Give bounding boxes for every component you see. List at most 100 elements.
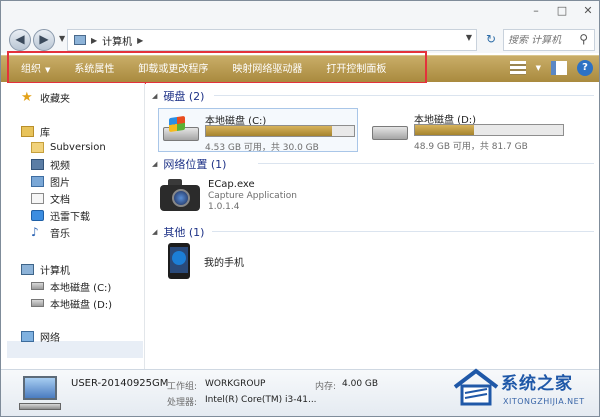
video-icon bbox=[31, 158, 44, 170]
minimize-button[interactable]: – bbox=[529, 4, 543, 17]
sidebar-item-label: 本地磁盘 (D:) bbox=[50, 299, 113, 311]
hard-drive-icon bbox=[31, 299, 44, 307]
picture-icon bbox=[31, 175, 44, 187]
document-icon bbox=[31, 192, 44, 204]
item-title: 我的手机 bbox=[204, 257, 244, 269]
house-logo-icon bbox=[453, 368, 499, 406]
group-header-label: 其他 (1) bbox=[163, 226, 205, 239]
sidebar-item-label: 库 bbox=[40, 127, 50, 139]
recent-pages-chevron-icon[interactable]: ▼ bbox=[59, 34, 65, 43]
camera-icon bbox=[160, 179, 200, 213]
chevron-down-icon[interactable]: ▼ bbox=[536, 64, 541, 72]
library-folder-icon bbox=[21, 125, 34, 137]
memory-value: 4.00 GB bbox=[342, 379, 379, 389]
watermark-text: 系统之家 bbox=[501, 374, 573, 394]
watermark: 系统之家 XITONGZHIJIA.NET bbox=[453, 363, 599, 416]
address-bar[interactable]: ▶ 计算机 ▶ ▼ bbox=[67, 29, 477, 51]
sidebar-item-drive-d[interactable]: 本地磁盘 (D:) bbox=[31, 295, 112, 311]
sidebar-item-drive-c[interactable]: 本地磁盘 (C:) bbox=[31, 278, 111, 294]
toolbar-highlight-box bbox=[7, 51, 427, 84]
search-box[interactable]: ⚲ bbox=[503, 29, 595, 51]
sidebar-item-label: 收藏夹 bbox=[40, 93, 70, 105]
network-icon bbox=[21, 330, 34, 342]
breadcrumb-separator-icon[interactable]: ▶ bbox=[91, 36, 97, 45]
sidebar-item-label: Subversion bbox=[50, 141, 106, 153]
maximize-button[interactable]: □ bbox=[555, 4, 569, 17]
title-bar: – □ ✕ ◀ ▶ ▼ ▶ 计算机 ▶ ▼ ↻ ⚲ bbox=[1, 1, 599, 53]
thunder-download-icon bbox=[31, 209, 44, 221]
close-button[interactable]: ✕ bbox=[581, 4, 595, 17]
sidebar-item-library[interactable]: 库 bbox=[21, 123, 50, 139]
sidebar-item-videos[interactable]: 视频 bbox=[31, 156, 70, 172]
item-description: Capture Application bbox=[208, 191, 297, 201]
sidebar-item-label: 计算机 bbox=[40, 265, 70, 277]
sidebar-item-pictures[interactable]: 图片 bbox=[31, 173, 70, 189]
drive-tile-c[interactable]: 本地磁盘 (C:) 4.53 GB 可用，共 30.0 GB bbox=[158, 108, 358, 153]
group-header-network-locations[interactable]: ◢ 网络位置 (1) bbox=[152, 156, 226, 172]
group-header-label: 硬盘 (2) bbox=[163, 90, 205, 103]
refresh-icon[interactable]: ↻ bbox=[486, 32, 496, 46]
hard-drive-icon bbox=[372, 116, 410, 142]
computer-icon bbox=[74, 35, 86, 45]
collapse-triangle-icon[interactable]: ◢ bbox=[152, 92, 157, 100]
change-view-icon[interactable] bbox=[509, 61, 526, 75]
sidebar-item-music[interactable]: ♪ 音乐 bbox=[31, 224, 70, 240]
sidebar-item-label: 音乐 bbox=[50, 228, 70, 240]
breadcrumb-separator-icon[interactable]: ▶ bbox=[137, 36, 143, 45]
drive-tile-d[interactable]: 本地磁盘 (D:) 48.9 GB 可用，共 81.7 GB bbox=[368, 108, 568, 152]
collapse-triangle-icon[interactable]: ◢ bbox=[152, 160, 157, 168]
sidebar-item-label: 视频 bbox=[50, 160, 70, 172]
system-drive-icon bbox=[163, 115, 201, 143]
group-header-hard-disks[interactable]: ◢ 硬盘 (2) bbox=[152, 88, 204, 104]
address-dropdown-icon[interactable]: ▼ bbox=[466, 33, 472, 42]
sidebar-item-label: 本地磁盘 (C:) bbox=[50, 282, 112, 294]
help-icon[interactable]: ? bbox=[577, 60, 593, 76]
back-button[interactable]: ◀ bbox=[9, 29, 31, 51]
hard-drive-icon bbox=[31, 282, 44, 290]
group-divider bbox=[258, 163, 594, 164]
processor-value: Intel(R) Core(TM) i3-41... bbox=[205, 395, 317, 405]
navigation-pane: ★ 收藏夹 库 Subversion 视频 图片 文档 迅雷下载 ♪ 音乐 计算… bbox=[1, 83, 145, 369]
window-controls: – □ ✕ bbox=[529, 1, 595, 19]
sidebar-item-network[interactable]: 网络 bbox=[21, 328, 60, 344]
drive-usage-fill bbox=[206, 126, 332, 136]
group-header-label: 网络位置 (1) bbox=[163, 158, 227, 171]
watermark-url: XITONGZHIJIA.NET bbox=[503, 397, 585, 406]
drive-usage-bar bbox=[205, 125, 355, 137]
explorer-window: – □ ✕ ◀ ▶ ▼ ▶ 计算机 ▶ ▼ ↻ ⚲ 组织▼ 系统属性 卸载或更改… bbox=[0, 0, 600, 417]
search-input[interactable] bbox=[508, 34, 578, 46]
search-icon[interactable]: ⚲ bbox=[579, 32, 588, 46]
other-item-my-phone[interactable]: 我的手机 bbox=[168, 243, 244, 279]
star-icon: ★ bbox=[21, 89, 33, 105]
group-header-other[interactable]: ◢ 其他 (1) bbox=[152, 224, 204, 240]
music-note-icon: ♪ bbox=[31, 224, 39, 239]
group-divider bbox=[212, 231, 594, 232]
sidebar-item-label: 网络 bbox=[40, 332, 60, 344]
drive-space-info: 4.53 GB 可用，共 30.0 GB bbox=[205, 143, 319, 153]
workgroup-value: WORKGROUP bbox=[205, 379, 266, 389]
sidebar-item-label: 文档 bbox=[50, 194, 70, 206]
computer-name: USER-20140925GM bbox=[71, 378, 169, 389]
phone-icon bbox=[168, 243, 190, 279]
breadcrumb-computer[interactable]: 计算机 bbox=[102, 33, 132, 48]
collapse-triangle-icon[interactable]: ◢ bbox=[152, 228, 157, 236]
network-item-ecap[interactable]: ECap.exe Capture Application 1.0.1.4 bbox=[160, 179, 297, 213]
sidebar-item-documents[interactable]: 文档 bbox=[31, 190, 70, 206]
sidebar-item-thunder-downloads[interactable]: 迅雷下载 bbox=[31, 207, 90, 223]
sidebar-item-label: 图片 bbox=[50, 177, 70, 189]
preview-pane-icon[interactable] bbox=[551, 61, 567, 75]
item-title: ECap.exe bbox=[208, 179, 255, 190]
sidebar-item-subversion[interactable]: Subversion bbox=[31, 139, 106, 155]
workgroup-label: 工作组: bbox=[167, 382, 198, 392]
folder-icon bbox=[31, 141, 44, 153]
drive-usage-bar bbox=[414, 124, 564, 136]
sidebar-item-computer[interactable]: 计算机 bbox=[21, 261, 70, 277]
computer-icon bbox=[21, 263, 34, 275]
item-version: 1.0.1.4 bbox=[208, 202, 240, 212]
memory-label: 内存: bbox=[315, 382, 337, 392]
drive-space-info: 48.9 GB 可用，共 81.7 GB bbox=[414, 142, 528, 152]
forward-button[interactable]: ▶ bbox=[33, 29, 55, 51]
sidebar-item-favorites[interactable]: ★ 收藏夹 bbox=[21, 89, 70, 105]
sidebar-item-label: 迅雷下载 bbox=[50, 211, 90, 223]
computer-icon bbox=[19, 376, 61, 412]
